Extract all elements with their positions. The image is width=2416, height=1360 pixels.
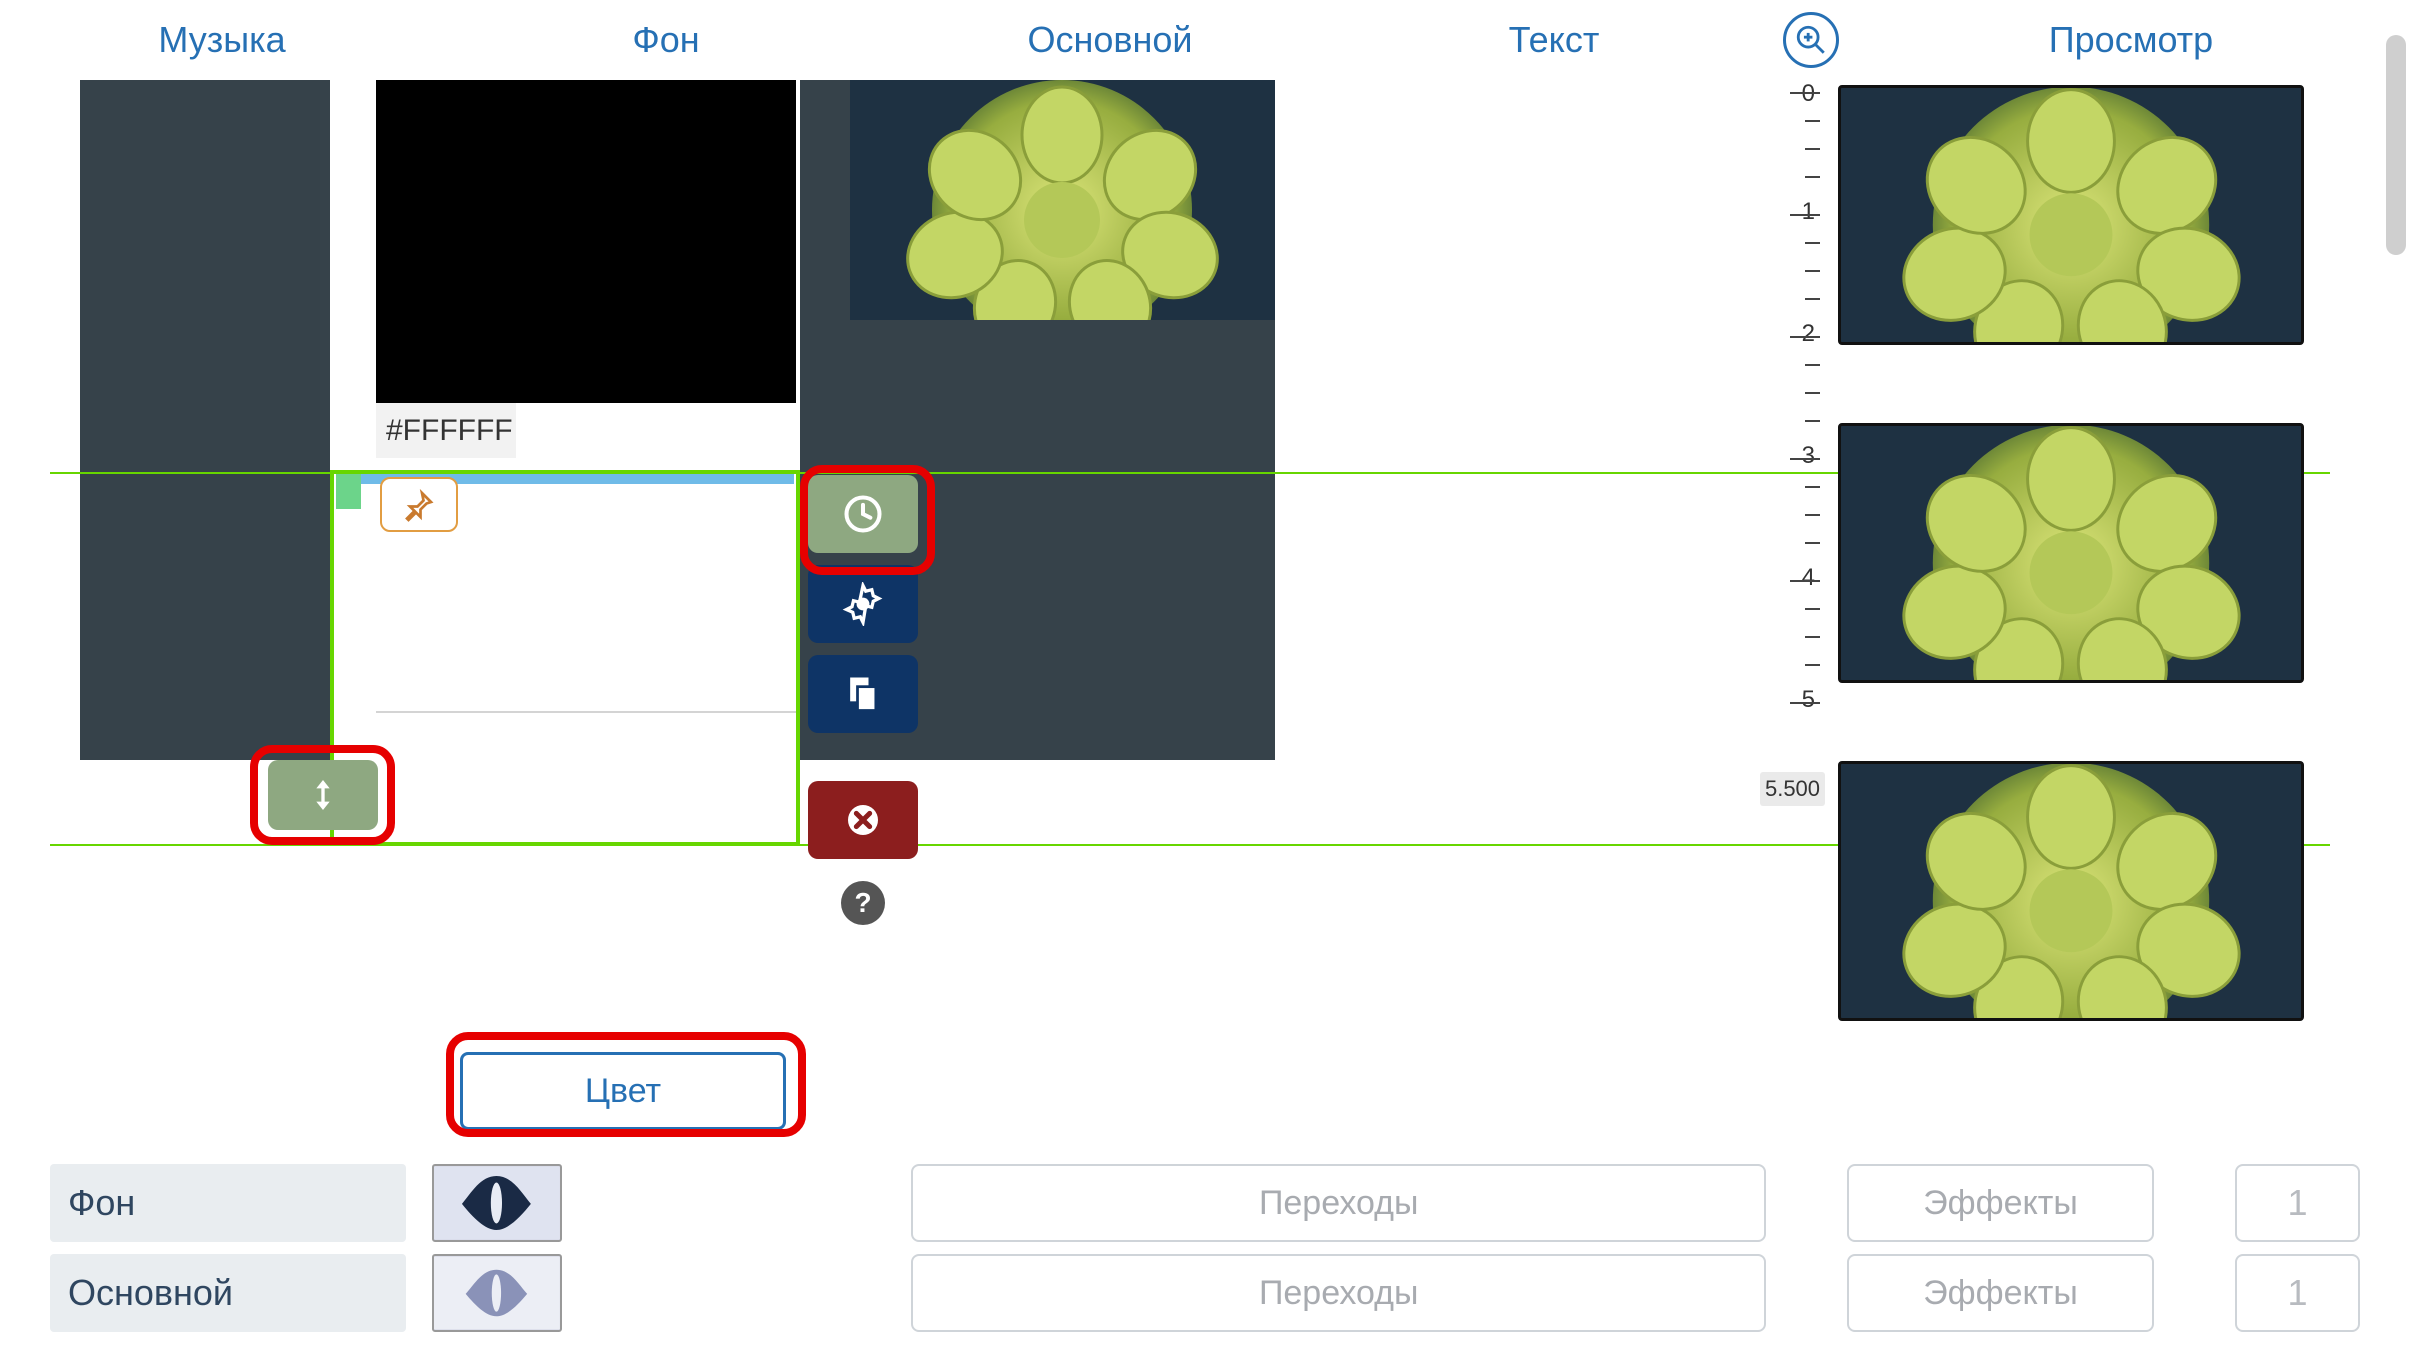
tab-preview[interactable]: Просмотр xyxy=(1846,19,2416,61)
pin-button[interactable] xyxy=(380,477,458,532)
tab-text[interactable]: Текст xyxy=(1332,19,1776,61)
resize-vertical-handle[interactable] xyxy=(268,760,378,830)
tab-main[interactable]: Основной xyxy=(888,19,1332,61)
tab-music[interactable]: Музыка xyxy=(0,19,444,61)
preview-thumbnail[interactable] xyxy=(1838,423,2304,683)
ruler-tick-label: 5 xyxy=(1802,686,1815,714)
layer-label[interactable]: Фон xyxy=(50,1164,406,1242)
color-hex-field[interactable]: #FFFFFF xyxy=(376,403,516,458)
copy-button[interactable] xyxy=(808,655,918,733)
preview-thumbnail[interactable] xyxy=(1838,85,2304,345)
ruler-tick-label: 2 xyxy=(1802,320,1815,348)
ruler-tick-label: 0 xyxy=(1802,80,1815,108)
effects-count[interactable]: 1 xyxy=(2235,1254,2360,1332)
preview-thumbnail[interactable] xyxy=(1838,761,2304,1021)
tab-background[interactable]: Фон xyxy=(444,19,888,61)
layer-thumbnail[interactable] xyxy=(432,1254,562,1332)
clip-toolbar: ? xyxy=(808,475,918,925)
music-track-bg xyxy=(80,80,330,760)
settings-button[interactable] xyxy=(808,565,918,643)
help-button[interactable]: ? xyxy=(841,881,885,925)
effects-button[interactable]: Эффекты xyxy=(1847,1164,2154,1242)
effects-count[interactable]: 1 xyxy=(2235,1164,2360,1242)
zoom-in-icon[interactable] xyxy=(1783,12,1839,68)
layer-row-background: Фон Переходы Эффекты 1 xyxy=(50,1164,2360,1242)
transitions-button[interactable]: Переходы xyxy=(911,1254,1766,1332)
transitions-button[interactable]: Переходы xyxy=(911,1164,1766,1242)
selection-resize-handle-top[interactable] xyxy=(336,474,361,509)
ruler-tick-label: 1 xyxy=(1802,198,1815,226)
preview-column xyxy=(1838,85,2308,1021)
layer-label[interactable]: Основной xyxy=(50,1254,406,1332)
main-clip-thumbnail[interactable] xyxy=(850,80,1275,320)
layer-thumbnail[interactable] xyxy=(432,1164,562,1242)
ruler-tick-label: 4 xyxy=(1802,564,1815,592)
color-button[interactable]: Цвет xyxy=(460,1052,786,1130)
layer-row-main: Основной Переходы Эффекты 1 xyxy=(50,1254,2360,1332)
delete-button[interactable] xyxy=(808,781,918,859)
effects-button[interactable]: Эффекты xyxy=(1847,1254,2154,1332)
ruler-end-time: 5.500 xyxy=(1760,772,1825,806)
ruler-tick-label: 3 xyxy=(1802,442,1815,470)
time-ruler: 0 1 2 3 4 5 xyxy=(1760,80,1820,780)
vertical-scrollbar[interactable] xyxy=(2386,35,2406,255)
background-clip-preview[interactable] xyxy=(376,80,796,403)
duration-button[interactable] xyxy=(808,475,918,553)
